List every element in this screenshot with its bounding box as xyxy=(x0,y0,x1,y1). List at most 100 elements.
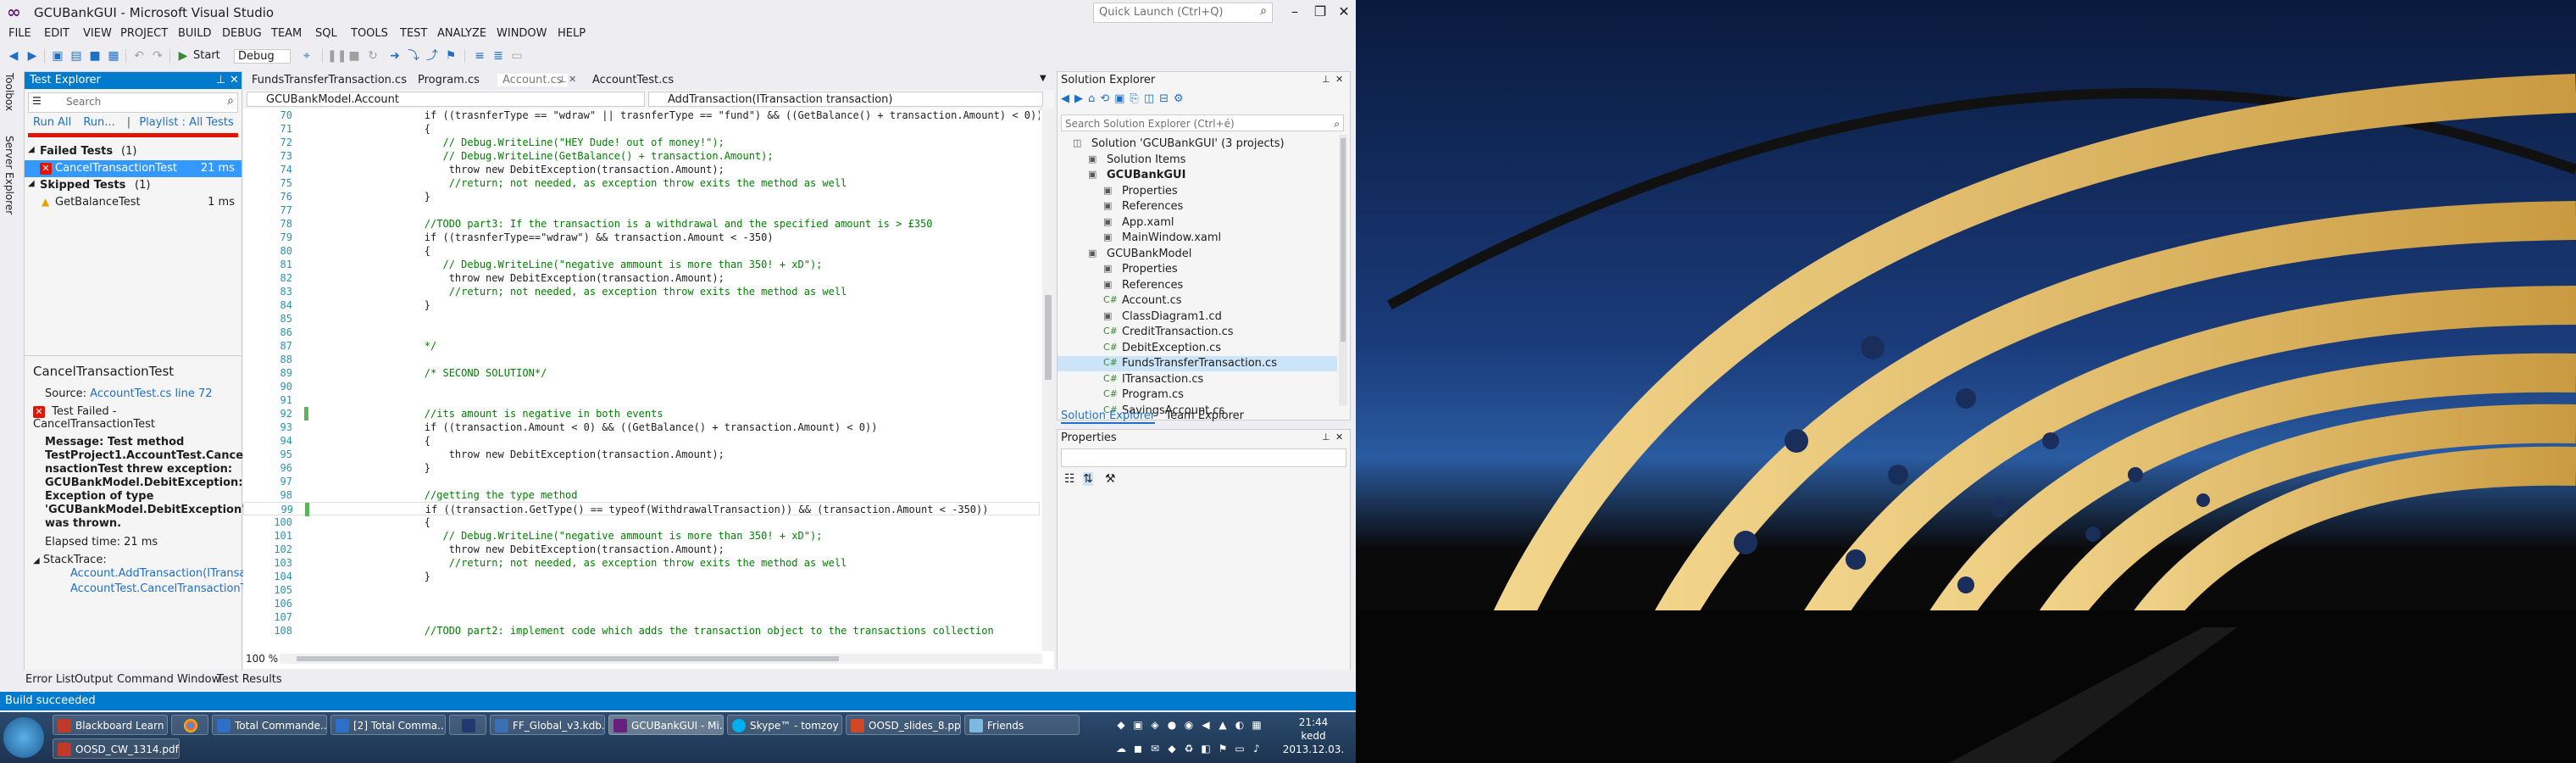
step-over-icon[interactable]: ➜ xyxy=(386,47,403,64)
solution-tree-item[interactable]: ▣ Properties xyxy=(1058,184,1337,199)
quick-launch-input[interactable]: Quick Launch (Ctrl+Q) ⌕ xyxy=(1093,3,1273,23)
menu-team[interactable]: TEAM xyxy=(271,27,302,40)
stack-frame-link[interactable]: AccountTest.CancelTransactionTes xyxy=(70,582,258,597)
start-button[interactable] xyxy=(3,717,44,758)
toolbox-tab[interactable]: Toolbox xyxy=(3,73,15,111)
solution-tree-item[interactable]: ▣ GCUBankModel xyxy=(1058,247,1337,262)
tray-icon[interactable]: ◧ xyxy=(1200,743,1212,755)
taskbar-keepass[interactable]: FF_Global_v3.kdb... xyxy=(490,715,605,735)
close-icon[interactable]: ✕ xyxy=(1335,74,1343,85)
taskbar-totalcmd-2[interactable]: [2] Total Comma... xyxy=(330,715,446,735)
code-line[interactable]: 92 //its amount is negative in both even… xyxy=(243,407,1040,420)
close-icon[interactable]: ✕ xyxy=(230,74,239,86)
tab-accounttest[interactable]: AccountTest.cs xyxy=(587,74,679,86)
test-row-get-balance[interactable]: ▲ GetBalanceTest 1 ms xyxy=(25,194,242,211)
save-all-icon[interactable]: ▦ xyxy=(105,47,122,64)
menu-tools[interactable]: TOOLS xyxy=(351,27,388,40)
stop-icon[interactable]: ■ xyxy=(346,47,363,64)
solution-tree-item[interactable]: ◫ Solution 'GCUBankGUI' (3 projects) xyxy=(1058,136,1337,152)
code-line[interactable]: 84 } xyxy=(243,298,1040,312)
menu-view[interactable]: VIEW xyxy=(83,27,112,40)
volume-icon[interactable]: ♪ xyxy=(1251,743,1263,755)
menu-help[interactable]: HELP xyxy=(558,27,586,40)
tray-icon[interactable]: ◉ xyxy=(1183,719,1195,731)
solution-tree-item[interactable]: ▣ References xyxy=(1058,199,1337,214)
code-line[interactable]: 79 if ((trasnferType=="wdraw") && transa… xyxy=(243,231,1040,244)
tab-fundstransfer[interactable]: FundsTransferTransaction.cs xyxy=(247,74,412,86)
solution-tree-item[interactable]: ▣ Solution Items xyxy=(1058,153,1337,168)
skipped-tests-group[interactable]: ◢ Skipped Tests (1) xyxy=(25,177,242,194)
new-project-icon[interactable]: ▣ xyxy=(49,47,66,64)
code-line[interactable]: 73 // Debug.WriteLine(GetBalance() + tra… xyxy=(243,149,1040,163)
code-line[interactable]: 98 //getting the type method xyxy=(243,488,1040,502)
code-line[interactable]: 102 throw new DebitException(transaction… xyxy=(243,543,1040,556)
save-icon[interactable]: ■ xyxy=(86,47,103,64)
tab-team-explorer[interactable]: Team Explorer xyxy=(1165,409,1244,422)
solution-tree-item[interactable]: ▣ References xyxy=(1058,278,1337,293)
code-line[interactable]: 100 { xyxy=(243,515,1040,529)
bookmark-icon[interactable]: ⚑ xyxy=(442,47,459,64)
zoom-level[interactable]: 100 % xyxy=(246,653,278,665)
code-line[interactable]: 82 throw new DebitException(transaction.… xyxy=(243,271,1040,285)
restart-icon[interactable]: ↻ xyxy=(364,47,381,64)
tray-icon[interactable]: ♻ xyxy=(1183,743,1195,755)
tab-output[interactable]: Output xyxy=(75,673,113,686)
close-icon[interactable]: ✕ xyxy=(569,74,576,85)
taskbar-visual-studio[interactable]: GCUBankGUI - Mi... xyxy=(608,715,724,735)
solution-tree-item[interactable]: C# Account.cs xyxy=(1058,293,1337,309)
splitter[interactable] xyxy=(25,355,242,356)
code-line[interactable]: 75 //return; not needed, as exception th… xyxy=(243,176,1040,190)
code-line[interactable]: 78 //TODO part3: If the transaction is a… xyxy=(243,217,1040,231)
start-icon[interactable]: ▶ xyxy=(175,47,192,64)
solution-tree-item[interactable]: ▣ ClassDiagram1.cd xyxy=(1058,309,1337,325)
close-icon[interactable]: ✕ xyxy=(1335,432,1343,443)
tray-icon[interactable]: ◆ xyxy=(1166,743,1178,755)
close-button[interactable]: ✕ xyxy=(1329,2,1356,22)
menu-test[interactable]: TEST xyxy=(400,27,427,40)
back-icon[interactable]: ◀ xyxy=(5,47,22,64)
tab-error-list[interactable]: Error List xyxy=(25,673,75,686)
playlist-link[interactable]: Playlist : All Tests xyxy=(139,116,233,129)
solution-tree-item[interactable]: C# CreditTransaction.cs xyxy=(1058,325,1337,340)
tab-command-window[interactable]: Command Window xyxy=(117,673,220,686)
wrench-icon[interactable]: ⚒ xyxy=(1105,472,1116,486)
code-line[interactable]: 93 if ((transaction.Amount < 0) && ((Get… xyxy=(243,420,1040,434)
solution-tree-item[interactable]: ▣ MainWindow.xaml xyxy=(1058,231,1337,246)
code-line[interactable]: 105 xyxy=(243,583,1040,597)
code-line[interactable]: 107 xyxy=(243,610,1040,624)
tab-solution-explorer[interactable]: Solution Explorer xyxy=(1061,409,1156,424)
code-line[interactable]: 85 xyxy=(243,312,1040,326)
uncomment-icon[interactable]: ≣ xyxy=(490,47,507,64)
forward-icon[interactable]: ▶ xyxy=(24,47,41,64)
tab-test-results[interactable]: Test Results xyxy=(217,673,282,686)
code-text-area[interactable]: 70 if ((trasnferType == "wdraw" || trasn… xyxy=(243,109,1040,651)
vertical-scrollbar[interactable] xyxy=(1042,109,1054,651)
test-search-input[interactable]: ☰ Search ⌕ xyxy=(28,92,238,113)
code-line[interactable]: 106 xyxy=(243,597,1040,610)
taskbar-chrome[interactable] xyxy=(171,715,208,735)
undo-icon[interactable]: ↶ xyxy=(130,47,147,64)
pin-icon[interactable]: ⊥ xyxy=(216,74,225,86)
code-line[interactable]: 99 if ((transaction.GetType() == typeof(… xyxy=(243,502,1040,516)
taskbar-skype[interactable]: Skype™ - tomzoy xyxy=(727,715,842,735)
solution-explorer-toolbar[interactable]: ◀▶⌂⟲▣⎘◫⊟⚙ xyxy=(1061,92,1189,105)
pin-icon[interactable]: ⊥ xyxy=(558,74,567,85)
group-by-icon[interactable]: ☰ xyxy=(32,95,42,107)
redo-icon[interactable]: ↷ xyxy=(149,47,166,64)
code-line[interactable]: 80 { xyxy=(243,244,1040,258)
solution-search-input[interactable]: Search Solution Explorer (Ctrl+é) ⌕ xyxy=(1061,114,1344,131)
tray-icon[interactable]: ◼ xyxy=(1132,743,1144,755)
code-line[interactable]: 72 // Debug.WriteLine("HEY Dude! out of … xyxy=(243,136,1040,149)
code-line[interactable]: 90 xyxy=(243,380,1040,393)
code-line[interactable]: 76 } xyxy=(243,190,1040,203)
type-dropdown[interactable]: GCUBankModel.Account xyxy=(247,92,645,107)
taskbar-powerpoint[interactable]: OOSD_slides_8.pp... xyxy=(846,715,961,735)
run-all-link[interactable]: Run All xyxy=(33,116,71,129)
code-line[interactable]: 96 } xyxy=(243,461,1040,475)
run-link[interactable]: Run... xyxy=(83,116,114,129)
code-line[interactable]: 83 //return; not needed, as exception th… xyxy=(243,285,1040,298)
code-line[interactable]: 81 // Debug.WriteLine("negative ammount … xyxy=(243,258,1040,271)
step-into-icon[interactable]: ⤵ xyxy=(405,47,422,64)
horizontal-scrollbar[interactable] xyxy=(280,654,1042,664)
collapse-icon[interactable]: ◢ xyxy=(33,556,40,565)
